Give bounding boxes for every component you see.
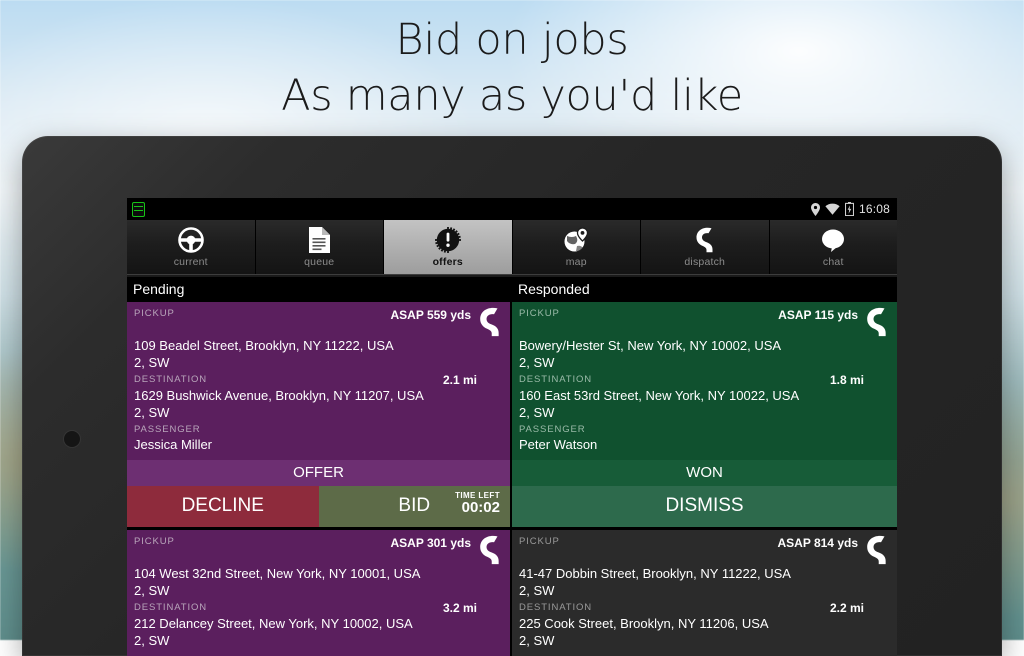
battery-icon — [845, 202, 854, 216]
destination-address: 160 East 53rd Street, New York, NY 10022… — [519, 387, 890, 404]
offers-columns: Pending PICKUP ASAP 559 yds — [127, 277, 897, 656]
pickup-address: 109 Beadel Street, Brooklyn, NY 11222, U… — [134, 337, 503, 354]
headline-line-1: Bid on jobs — [396, 15, 629, 65]
time-left: TIME LEFT 00:02 — [455, 490, 500, 514]
pickup-address-sub: 2, SW — [519, 354, 890, 371]
phone-handset-icon[interactable] — [864, 307, 890, 337]
card-actions: DISMISS — [512, 486, 897, 527]
status-badge: OFFER — [127, 460, 510, 486]
android-status-bar: 16:08 — [127, 198, 897, 220]
phone-handset-icon[interactable] — [864, 535, 890, 565]
asap-distance: ASAP 301 yds — [391, 535, 472, 550]
tab-label: map — [566, 256, 587, 268]
document-icon — [309, 227, 330, 253]
phone-handset-icon[interactable] — [477, 535, 503, 565]
tab-label: dispatch — [684, 256, 725, 268]
sim-card-icon — [132, 202, 145, 217]
status-bar-clock: 16:08 — [859, 202, 890, 216]
destination-address: 225 Cook Street, Brooklyn, NY 11206, USA — [519, 615, 890, 632]
status-badge: WON — [512, 460, 897, 486]
front-camera-icon — [64, 431, 80, 447]
tablet-device-frame: 16:08 current — [22, 136, 1002, 656]
location-pin-icon — [811, 203, 820, 216]
column-title: Pending — [127, 277, 510, 302]
destination-address-sub: 2, SW — [519, 404, 890, 421]
destination-address: 212 Delancey Street, New York, NY 10002,… — [134, 615, 503, 632]
tab-queue[interactable]: queue — [256, 220, 385, 274]
passenger-label: PASSENGER — [134, 423, 503, 436]
dismiss-button[interactable]: DISMISS — [512, 486, 897, 527]
offer-card[interactable]: PICKUP ASAP 115 yds B — [512, 302, 897, 527]
passenger-label: PASSENGER — [519, 423, 890, 436]
pickup-address-sub: 2, SW — [134, 582, 503, 599]
destination-label: DESTINATION — [134, 601, 443, 614]
passenger-name: Jessica Miller — [134, 436, 503, 453]
destination-label: DESTINATION — [519, 601, 830, 614]
pickup-address: 41-47 Dobbin Street, Brooklyn, NY 11222,… — [519, 565, 890, 582]
column-responded: Responded PICKUP ASAP 115 yds — [512, 277, 897, 656]
pickup-address: 104 West 32nd Street, New York, NY 10001… — [134, 565, 503, 582]
trip-miles: 2.2 mi — [830, 601, 864, 615]
tab-current[interactable]: current — [127, 220, 256, 274]
offer-card[interactable]: PICKUP ASAP 814 yds 4 — [512, 530, 897, 656]
trip-miles: 3.2 mi — [443, 601, 477, 615]
pickup-address: Bowery/Hester St, New York, NY 10002, US… — [519, 337, 890, 354]
globe-pin-icon — [563, 227, 589, 253]
destination-address: 1629 Bushwick Avenue, Brooklyn, NY 11207… — [134, 387, 503, 404]
phone-handset-icon[interactable] — [477, 307, 503, 337]
bid-button[interactable]: BID TIME LEFT 00:02 — [319, 486, 511, 527]
asap-distance: ASAP 115 yds — [778, 307, 858, 322]
tab-label: chat — [823, 256, 844, 268]
offer-card-body: PICKUP ASAP 115 yds B — [512, 302, 897, 460]
main-tab-bar: current queue — [127, 220, 897, 274]
offer-card-body: PICKUP ASAP 814 yds 4 — [512, 530, 897, 656]
pickup-label: PICKUP — [134, 307, 391, 320]
destination-label: DESTINATION — [519, 373, 830, 386]
pickup-label: PICKUP — [134, 535, 391, 548]
steering-wheel-icon — [178, 227, 204, 253]
offer-card[interactable]: PICKUP ASAP 559 yds 1 — [127, 302, 510, 527]
phone-handset-icon — [694, 227, 716, 253]
card-actions: DECLINE BID TIME LEFT 00:02 — [127, 486, 510, 527]
bid-button-label: BID — [398, 495, 430, 517]
trip-miles: 1.8 mi — [830, 373, 864, 387]
time-left-value: 00:02 — [455, 502, 500, 514]
speech-bubble-icon — [820, 227, 846, 253]
tab-label: current — [174, 256, 208, 268]
pickup-address-sub: 2, SW — [134, 354, 503, 371]
offer-card[interactable]: PICKUP ASAP 301 yds — [127, 530, 510, 656]
page-title: Bid on jobs As many as you'd like — [0, 12, 1024, 124]
offer-card-body: PICKUP ASAP 559 yds 1 — [127, 302, 510, 460]
destination-address-sub: 2, SW — [134, 404, 503, 421]
tab-dispatch[interactable]: dispatch — [641, 220, 770, 274]
asap-distance: ASAP 814 yds — [778, 535, 859, 550]
destination-address-sub: 2, SW — [519, 632, 890, 649]
headline-line-2: As many as you'd like — [0, 68, 1024, 124]
passenger-name: Peter Watson — [519, 436, 890, 453]
tab-map[interactable]: map — [513, 220, 642, 274]
trip-miles: 2.1 mi — [443, 373, 477, 387]
destination-label: DESTINATION — [134, 373, 443, 386]
tablet-screen: 16:08 current — [127, 198, 897, 656]
pickup-address-sub: 2, SW — [519, 582, 890, 599]
asap-distance: ASAP 559 yds — [391, 307, 472, 322]
column-title: Responded — [512, 277, 897, 302]
tab-chat[interactable]: chat — [770, 220, 898, 274]
pickup-label: PICKUP — [519, 307, 778, 320]
wifi-icon — [825, 203, 840, 215]
column-pending: Pending PICKUP ASAP 559 yds — [127, 277, 512, 656]
pickup-label: PICKUP — [519, 535, 778, 548]
tab-label: queue — [304, 256, 334, 268]
tab-offers[interactable]: offers — [384, 220, 513, 274]
destination-address-sub: 2, SW — [134, 632, 503, 649]
alert-badge-icon — [435, 227, 461, 253]
offer-card-body: PICKUP ASAP 301 yds — [127, 530, 510, 656]
decline-button[interactable]: DECLINE — [127, 486, 319, 527]
tab-label: offers — [433, 256, 463, 268]
